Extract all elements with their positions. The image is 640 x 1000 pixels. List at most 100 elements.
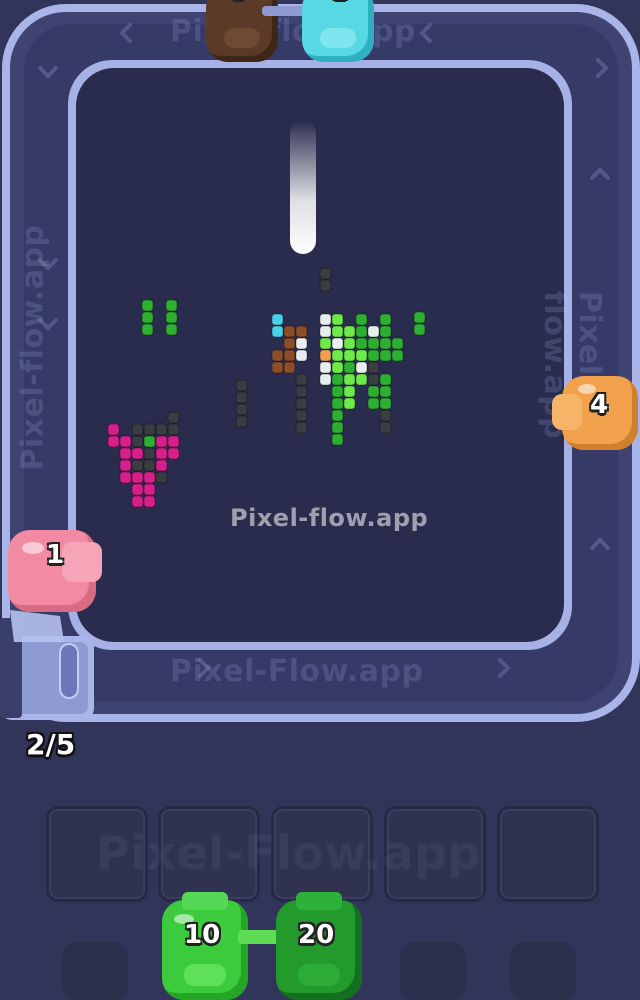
pixel-block [367,361,380,374]
pixel-block [283,325,296,338]
pixel-block [119,459,132,472]
pixel-block [143,471,156,484]
pixel-block [143,495,156,508]
pixel-block [331,385,344,398]
slots-watermark: Pixel-Flow.app [96,826,481,880]
pixel-block [155,423,168,436]
pixel-block [143,435,156,448]
conveyor-capacity: 2/5 [26,728,76,761]
pixel-block [331,397,344,410]
pixel-block [319,313,332,326]
pixel-block [235,403,248,416]
pixel-block [295,397,308,410]
pixel-block [367,349,380,362]
pixel-block [167,435,180,448]
pixel-block [131,447,144,460]
queue-slot-5[interactable] [497,806,599,902]
pixel-block [167,423,180,436]
pixel-block [331,433,344,446]
pixel-block [379,313,392,326]
pixel-block [131,483,144,496]
pixel-block [367,373,380,386]
pixel-block [283,337,296,350]
pixel-block [131,435,144,448]
pig-green-light[interactable]: 10 [162,892,252,1000]
pig-cyan-top[interactable]: 1 [302,0,374,64]
pixel-block [167,447,180,460]
pig-cyan-count: 1 [332,0,347,5]
pixel-block [295,409,308,422]
pixel-block [413,323,426,336]
pixel-block [379,397,392,410]
pixel-block [143,483,156,496]
pixel-block [343,373,356,386]
pixel-block [141,323,154,336]
pixel-block [319,325,332,338]
pixel-block [107,423,120,436]
pixel-block [355,373,368,386]
pig-green-light-count: 10 [184,920,221,950]
pixel-block [331,421,344,434]
reserve-slot-2 [400,942,466,1000]
pixel-block [355,361,368,374]
pixel-block [379,373,392,386]
pig-orange-right[interactable]: 4 [552,376,638,454]
pixel-block [155,435,168,448]
reserve-slot-1 [62,942,128,1000]
pixel-block [379,409,392,422]
pixel-block [343,337,356,350]
pixel-block [331,337,344,350]
pig-pink-count: 1 [46,540,65,570]
pixel-block [343,325,356,338]
pixel-block [343,385,356,398]
pixel-block [271,313,284,326]
pixel-block [143,459,156,472]
pixel-block [141,311,154,324]
pixel-block [119,447,132,460]
pixel-block [143,447,156,460]
pixel-block [319,337,332,350]
pixel-block [107,435,120,448]
pixel-block [367,385,380,398]
pixel-block [271,349,284,362]
pixel-block [165,299,178,312]
pixel-block [165,323,178,336]
pixel-block [295,337,308,350]
pixel-block [271,325,284,338]
pixel-block [155,459,168,472]
pixel-block [165,311,178,324]
pixel-block [367,325,380,338]
pixel-block [367,397,380,410]
pixel-block [331,361,344,374]
pixel-block [319,279,332,292]
pixel-block [295,373,308,386]
pixel-block [143,423,156,436]
pixel-block [413,311,426,324]
pig-pink-shooter[interactable]: 1 [8,522,102,614]
pig-orange-count: 4 [590,390,609,420]
pixel-block [119,435,132,448]
pixel-block [319,267,332,280]
pixel-block [343,349,356,362]
pixel-block [331,313,344,326]
pixel-block [331,349,344,362]
pixel-block [235,391,248,404]
pixel-block [155,471,168,484]
pixel-block [343,397,356,410]
pixel-block [319,361,332,374]
pig-brown-count: 3 [232,0,247,5]
pixel-block [283,349,296,362]
pixel-block [119,471,132,484]
pixel-block [295,385,308,398]
pig-green-dark-count: 20 [298,920,335,950]
pixel-block [367,337,380,350]
pixel-block [295,421,308,434]
pig-green-dark[interactable]: 20 [276,892,366,1000]
pixel-block [319,349,332,362]
center-watermark: Pixel-flow.app [230,504,429,532]
pixel-block [235,379,248,392]
pixel-block [379,337,392,350]
pixel-block [271,361,284,374]
pixel-block [131,495,144,508]
pixel-block [355,349,368,362]
